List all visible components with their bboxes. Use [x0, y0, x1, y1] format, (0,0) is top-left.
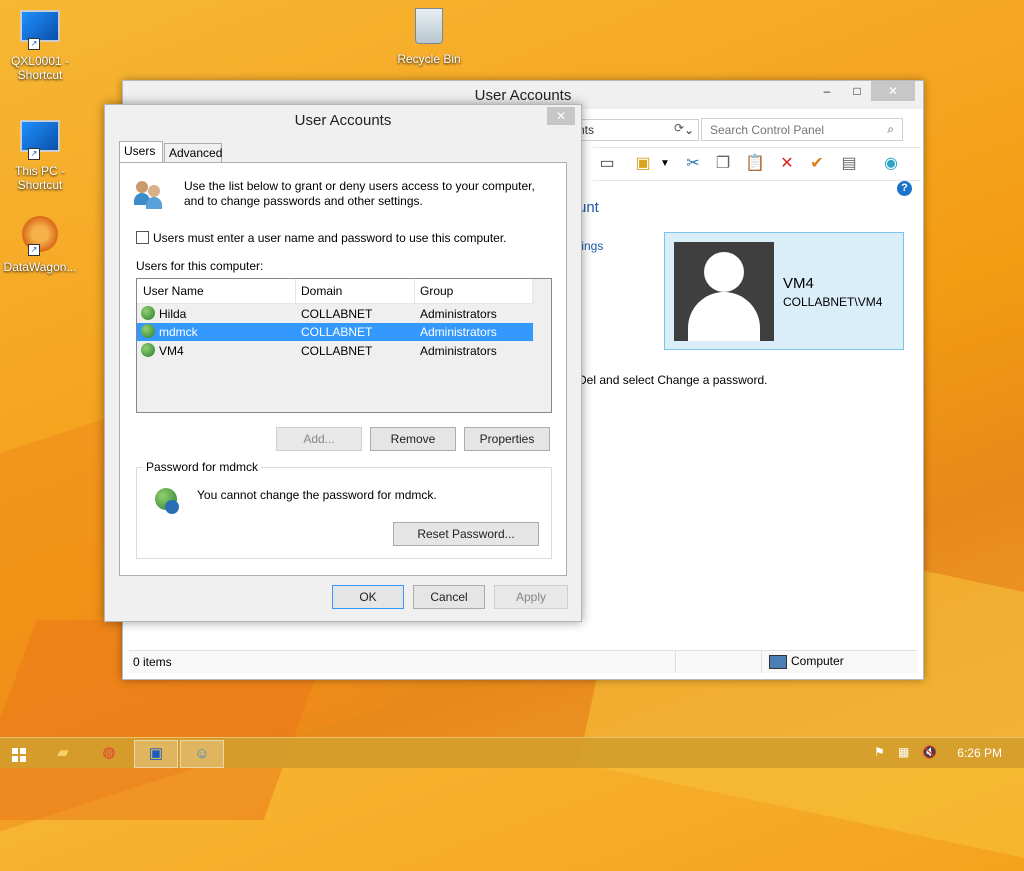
user-icon: [141, 324, 155, 338]
user-card-name: VM4: [783, 275, 814, 292]
desktop-icon-label: Recycle Bin: [397, 52, 461, 66]
desktop-icon-qxl0001[interactable]: ↗ QXL0001 - Shortcut: [0, 6, 80, 82]
users-list-label: Users for this computer:: [136, 259, 264, 273]
tab-users[interactable]: Users: [119, 141, 163, 162]
search-box[interactable]: ⌕: [701, 118, 903, 141]
delete-icon[interactable]: ✕: [777, 154, 797, 174]
user-icon: [141, 343, 155, 357]
row-group: Administrators: [420, 344, 497, 358]
password-group-label: Password for mdmck: [143, 460, 262, 474]
status-location-label: Computer: [791, 654, 844, 668]
user-icon: [141, 306, 155, 320]
refresh-icon[interactable]: ⟳: [669, 121, 689, 139]
ok-button[interactable]: OK: [332, 585, 404, 609]
user-card-domain: COLLABNET\VM4: [783, 295, 883, 309]
dialog-title: User Accounts: [294, 112, 392, 129]
checkmark-icon[interactable]: ✔: [807, 154, 827, 174]
help-icon[interactable]: ?: [897, 181, 912, 196]
require-login-label[interactable]: Users must enter a user name and passwor…: [153, 231, 507, 245]
table-row[interactable]: Hilda COLLABNET Administrators: [137, 305, 533, 323]
dropdown-arrow-icon[interactable]: ▼: [655, 154, 675, 174]
search-input[interactable]: [708, 122, 882, 138]
row-username: VM4: [159, 344, 184, 358]
taskbar: ▰ ◍ ▣ ☺ ⚑ ▦ 🔇 6:26 PM: [0, 737, 1024, 768]
cut-icon[interactable]: ✂: [683, 154, 703, 174]
users-list-header: User Name Domain Group: [137, 279, 533, 304]
cancel-button[interactable]: Cancel: [413, 585, 485, 609]
add-user-button[interactable]: Add...: [276, 427, 362, 451]
properties-button[interactable]: Properties: [464, 427, 550, 451]
users-group-icon: [134, 179, 164, 209]
row-username: mdmck: [159, 325, 198, 339]
column-header-username[interactable]: User Name: [137, 279, 296, 303]
desktop-icon-recycle-bin[interactable]: Recycle Bin: [389, 6, 469, 66]
action-center-flag-icon[interactable]: ⚑: [874, 745, 885, 759]
desktop-icon-label: QXL0001 - Shortcut: [10, 54, 70, 82]
window-title: User Accounts: [474, 87, 572, 104]
row-username: Hilda: [159, 307, 187, 321]
table-row-selected[interactable]: mdmck COLLABNET Administrators: [137, 323, 533, 341]
computer-monitor-icon: [20, 120, 60, 152]
users-list[interactable]: User Name Domain Group Hilda COLLABNET A…: [136, 278, 552, 413]
intro-text: Use the list below to grant or deny user…: [184, 179, 535, 208]
users-tab-panel: Use the list below to grant or deny user…: [119, 162, 567, 576]
windows-logo-icon: [12, 748, 26, 762]
reset-password-button[interactable]: Reset Password...: [393, 522, 539, 546]
desktop-icon-label: DataWagon...: [3, 260, 77, 274]
folder-check-icon[interactable]: ▣: [633, 154, 653, 174]
status-location: Computer: [769, 654, 844, 669]
column-header-domain[interactable]: Domain: [295, 279, 415, 303]
volume-muted-icon[interactable]: 🔇: [922, 745, 937, 759]
toolbar: ▭ ▣ ▼ ✂ ❐ 📋 ✕ ✔ ▤ ◉: [593, 147, 921, 181]
item-count: 0 items: [133, 655, 172, 669]
shortcut-arrow-icon: ↗: [28, 38, 40, 50]
password-message: You cannot change the password for mdmck…: [197, 488, 437, 502]
recycle-bin-icon: [415, 8, 443, 44]
minimize-button[interactable]: –: [813, 81, 841, 101]
taskbar-clock[interactable]: 6:26 PM: [957, 746, 1002, 760]
password-group: Password for mdmck You cannot change the…: [136, 460, 552, 559]
column-header-group[interactable]: Group: [414, 279, 533, 303]
layout-pane-icon[interactable]: ▭: [597, 154, 617, 174]
table-row[interactable]: VM4 COLLABNET Administrators: [137, 342, 533, 360]
require-login-checkbox[interactable]: [136, 231, 149, 244]
user-card: VM4 COLLABNET\VM4: [664, 232, 904, 350]
require-login-row[interactable]: Users must enter a user name and passwor…: [136, 231, 507, 245]
shortcut-arrow-icon: ↗: [28, 244, 40, 256]
computer-monitor-icon: [20, 10, 60, 42]
chrome-icon[interactable]: ◍: [88, 740, 130, 766]
search-icon[interactable]: ⌕: [887, 122, 894, 137]
remove-user-button[interactable]: Remove: [370, 427, 456, 451]
desktop-icon-label: This PC - Shortcut: [14, 164, 65, 192]
avatar: [674, 242, 774, 341]
desktop-icon-datawagon[interactable]: ↗ DataWagon...: [0, 216, 80, 274]
user-accounts-taskbar-icon[interactable]: ☺: [180, 740, 224, 768]
row-group: Administrators: [420, 325, 497, 339]
network-icon[interactable]: ▦: [898, 745, 909, 759]
computer-icon: [769, 654, 787, 669]
row-group: Administrators: [420, 307, 497, 321]
start-button[interactable]: [0, 740, 42, 766]
paste-icon[interactable]: 📋: [745, 154, 765, 174]
shortcut-arrow-icon: ↗: [28, 148, 40, 160]
apply-button[interactable]: Apply: [494, 585, 568, 609]
row-domain: COLLABNET: [301, 344, 373, 358]
tab-advanced[interactable]: Advanced: [164, 143, 222, 162]
user-accounts-dialog: User Accounts ✕ Users Advanced Use the l…: [104, 104, 582, 622]
status-bar: 0 items Computer: [129, 650, 917, 673]
file-explorer-icon[interactable]: ▰: [42, 740, 84, 766]
maximize-button[interactable]: □: [843, 81, 871, 101]
row-domain: COLLABNET: [301, 325, 373, 339]
user-key-icon: [153, 486, 183, 516]
dialog-close-button[interactable]: ✕: [547, 107, 575, 125]
properties-icon[interactable]: ▤: [839, 154, 859, 174]
globe-icon[interactable]: ◉: [881, 154, 901, 174]
row-domain: COLLABNET: [301, 307, 373, 321]
change-password-hint: Del and select Change a password.: [578, 373, 768, 387]
close-button[interactable]: ✕: [871, 81, 915, 101]
copy-icon[interactable]: ❐: [713, 154, 733, 174]
desktop-icon-this-pc[interactable]: ↗ This PC - Shortcut: [0, 116, 80, 192]
control-panel-taskbar-icon[interactable]: ▣: [134, 740, 178, 768]
